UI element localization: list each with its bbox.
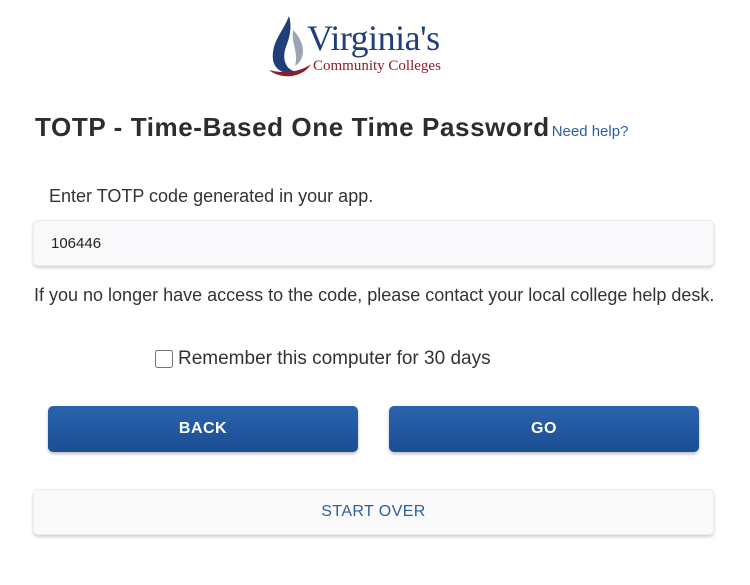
remember-computer-checkbox[interactable] — [155, 350, 173, 368]
logo-wordmark: Virginia's — [307, 18, 440, 58]
logo-subtitle: Community Colleges — [313, 58, 441, 74]
go-button[interactable]: GO — [389, 406, 699, 452]
code-instruction: Enter TOTP code generated in your app. — [49, 186, 374, 206]
vccs-logo: Virginia's Community Colleges — [265, 14, 485, 80]
start-over-button[interactable]: START OVER — [33, 489, 714, 535]
page-title: TOTP - Time-Based One Time Password — [35, 112, 550, 142]
need-help-link[interactable]: Need help? — [552, 123, 629, 140]
back-button[interactable]: BACK — [48, 406, 358, 452]
remember-computer-label: Remember this computer for 30 days — [178, 348, 491, 369]
remember-computer-row[interactable]: Remember this computer for 30 days — [155, 347, 491, 371]
heading-row: TOTP - Time-Based One Time Password Need … — [35, 112, 750, 148]
no-access-help-text: If you no longer have access to the code… — [34, 285, 715, 305]
totp-code-input[interactable] — [33, 220, 714, 266]
totp-page: Virginia's Community Colleges TOTP - Tim… — [0, 0, 750, 585]
